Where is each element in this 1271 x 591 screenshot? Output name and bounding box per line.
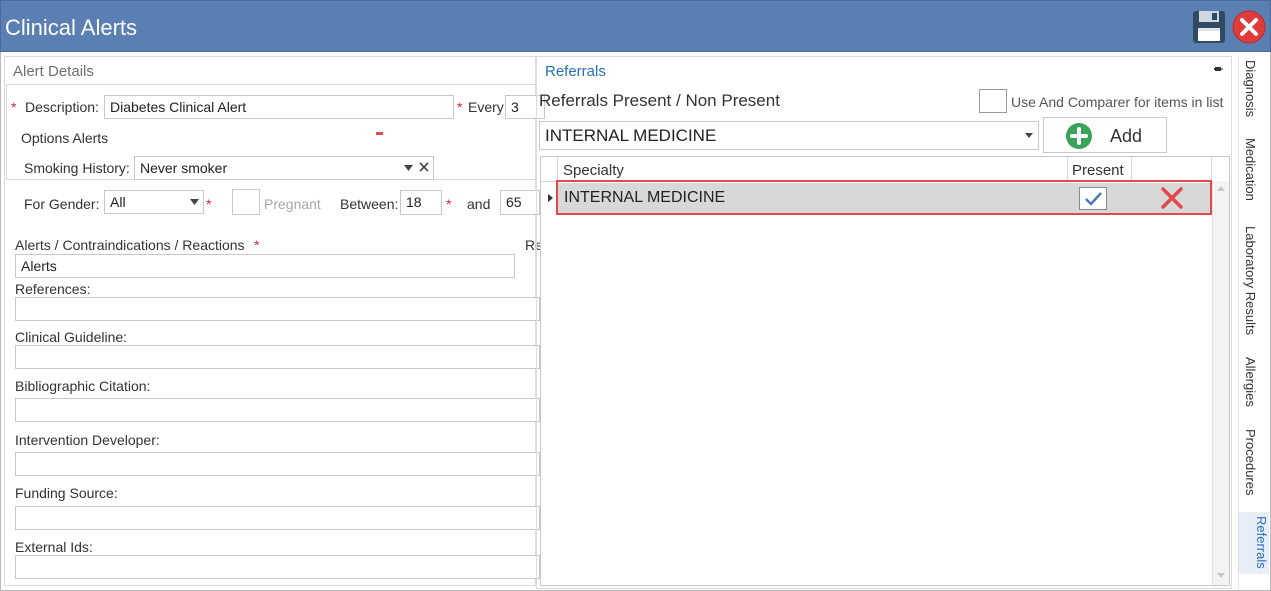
tab-procedures[interactable]: Procedures [1243, 429, 1258, 495]
save-button[interactable] [1191, 9, 1227, 45]
window-title: Clinical Alerts [5, 15, 138, 40]
between-label: Between: [340, 196, 399, 212]
pin-icon[interactable] [1214, 65, 1223, 74]
required-marker: * [206, 196, 212, 212]
specialty-select-value: INTERNAL MEDICINE [545, 126, 717, 145]
use-and-comparer-label: Use And Comparer for items in list [1011, 94, 1224, 110]
clinical-guideline-input[interactable] [15, 345, 540, 369]
referrals-title: Referrals [545, 63, 606, 80]
referrals-subtitle: Referrals Present / Non Present [539, 91, 780, 110]
column-header-specialty[interactable]: Specialty [563, 162, 624, 179]
references-label: References: [15, 281, 91, 297]
scroll-down-icon[interactable] [1217, 573, 1225, 578]
pregnant-checkbox[interactable] [232, 189, 260, 215]
column-header-present[interactable]: Present [1072, 162, 1124, 179]
required-marker: * [446, 196, 452, 212]
references-input[interactable] [15, 297, 540, 321]
age-from-input[interactable]: 18 [400, 190, 442, 215]
smoking-history-label: Smoking History: [24, 160, 130, 176]
smoking-history-select[interactable]: Never smoker [134, 156, 434, 180]
and-label: and [467, 196, 491, 212]
external-ids-label: External Ids: [15, 539, 93, 555]
tab-medication[interactable]: Medication [1243, 138, 1258, 201]
pregnant-label: Pregnant [264, 196, 321, 212]
chevron-down-icon[interactable] [190, 199, 199, 205]
grid-scrollbar[interactable] [1212, 181, 1229, 585]
age-to-input[interactable]: 65 [500, 190, 540, 215]
alert-details-title: Alert Details [13, 63, 94, 80]
floppy-disk-icon [1193, 11, 1225, 43]
funding-source-label: Funding Source: [15, 485, 118, 501]
external-ids-input[interactable] [15, 555, 540, 579]
tab-allergies[interactable]: Allergies [1243, 357, 1258, 407]
tab-diagnosis[interactable]: Diagnosis [1243, 60, 1258, 117]
funding-source-input[interactable] [15, 506, 540, 530]
add-button[interactable]: Add [1043, 117, 1167, 153]
close-button[interactable] [1231, 9, 1267, 45]
gender-value: All [110, 194, 126, 210]
bibliographic-citation-label: Bibliographic Citation: [15, 378, 151, 394]
grid-header: Specialty Present [541, 157, 1229, 182]
tab-laboratory-results[interactable]: Laboratory Results [1243, 226, 1258, 335]
title-bar: Clinical Alerts [0, 0, 1271, 52]
plus-icon [1066, 123, 1092, 149]
intervention-developer-label: Intervention Developer: [15, 432, 160, 448]
chevron-down-icon[interactable] [404, 165, 413, 171]
selected-row-highlight [556, 180, 1212, 215]
row-indicator-icon [548, 194, 553, 202]
close-icon [1232, 10, 1266, 44]
clear-icon[interactable] [419, 162, 429, 172]
gender-select[interactable]: All [104, 190, 204, 214]
bibliographic-citation-input[interactable] [15, 398, 540, 422]
intervention-developer-input[interactable] [15, 452, 540, 476]
scroll-up-icon[interactable] [1217, 186, 1225, 191]
specialty-select[interactable]: INTERNAL MEDICINE [539, 121, 1039, 150]
use-and-comparer-checkbox[interactable] [979, 89, 1007, 113]
side-tabs: Diagnosis Medication Laboratory Results … [1238, 56, 1270, 589]
chevron-down-icon[interactable] [1025, 133, 1033, 138]
smoking-history-value: Never smoker [140, 160, 228, 176]
add-button-label: Add [1110, 126, 1143, 146]
alerts-label: Alerts / Contraindications / Reactions [15, 237, 245, 253]
alerts-input[interactable]: Alerts [15, 254, 515, 278]
gender-label: For Gender: [24, 196, 100, 212]
referrals-grid: Specialty Present INTERNAL MEDICINE [540, 156, 1230, 586]
required-marker: * [254, 237, 260, 253]
clinical-guideline-label: Clinical Guideline: [15, 329, 128, 345]
tab-referrals[interactable]: Referrals [1239, 512, 1269, 574]
options-alerts-title: Options Alerts [19, 130, 111, 146]
